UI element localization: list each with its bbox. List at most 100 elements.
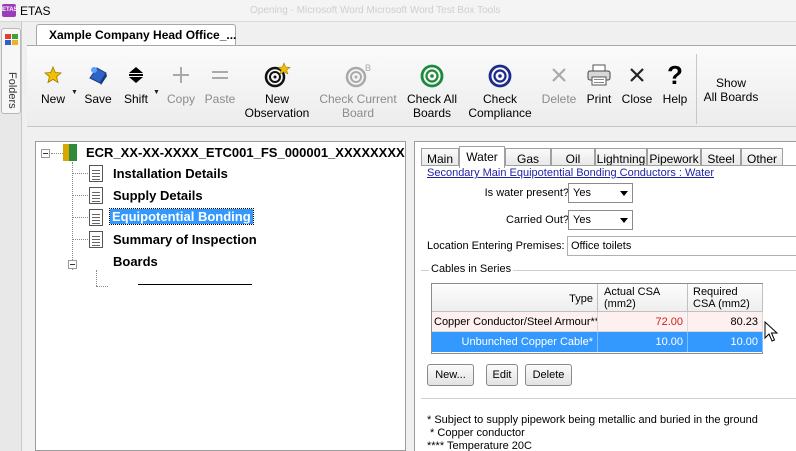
close-x-icon [623,62,651,88]
carried-out-select[interactable]: Yes [568,210,633,230]
grid-cell-type[interactable]: Copper Conductor/Steel Armour** [432,312,598,332]
carried-out-value: Yes [573,214,591,226]
shift-button[interactable]: Shift ▼ [119,46,160,128]
tree-item-boards[interactable]: Boards [113,254,158,269]
title-bar: ETAS ETAS Opening - Microsoft Word Micro… [0,0,796,22]
app-icon: ETAS [2,4,18,17]
tree-connector [72,162,73,270]
print-button[interactable]: Print [581,46,617,128]
is-water-present-label: Is water present? [484,187,569,199]
grid-cell-type[interactable]: Unbunched Copper Cable* [432,332,598,352]
carried-out-label: Carried Out? [506,214,569,226]
document-icon [89,231,103,248]
check-all-boards-button[interactable]: Check All Boards [403,46,461,128]
check-all-boards-label-line1: Check All [406,92,458,106]
tree-root-label[interactable]: ECR_XX-XX-XXXX_ETC001_FS_000001_XXXXXXXX… [86,145,405,160]
new-observation-button[interactable]: New Observation [241,46,313,128]
folders-tab[interactable]: Folders [1,28,21,114]
tree-item-supply-details[interactable]: Supply Details [113,188,203,203]
tab-strip: Main Water Gas Oil Lightning Pipework St… [421,146,796,168]
delete-cable-button[interactable]: Delete [525,364,572,386]
chevron-down-icon[interactable]: ▼ [153,86,160,100]
grid-header-actual[interactable]: Actual CSA (mm2) [598,284,688,312]
grid-header-actual-line1: Actual CSA [604,286,661,298]
shift-label: Shift [123,92,148,106]
location-input[interactable]: Office toilets [567,236,796,256]
footnote-3: **** Temperature 20C [427,440,532,451]
grid-cell-actual[interactable]: 72.00 [598,312,688,332]
footnote-2: * Copper conductor [427,427,525,439]
divider [421,398,796,399]
check-current-board-button[interactable]: B Check Current Board [315,46,401,128]
tree-item-summary-of-inspection[interactable]: Summary of Inspection [113,232,257,247]
delete-label: Delete [541,92,577,106]
shift-icon [122,62,150,88]
is-water-present-select[interactable]: Yes [568,183,633,203]
tree-connector [72,195,88,196]
tree-connector [72,239,88,240]
tree-collapse-root[interactable] [41,149,50,158]
grid-cell-actual[interactable]: 10.00 [598,332,688,352]
cables-grid: Type Actual CSA (mm2) Required CSA (mm2) C… [431,283,763,354]
show-all-boards-label-line1: Show [715,76,747,90]
check-all-boards-icon [418,62,446,88]
copy-label: Copy [166,92,195,106]
plus-icon [167,62,195,88]
check-all-boards-label-line2: Boards [412,106,452,120]
copy-button[interactable]: Copy [164,46,198,128]
delete-button[interactable]: Delete [539,46,579,128]
new-observation-label-line2: Observation [244,106,310,120]
root-icon-green [69,144,77,161]
save-icon [84,62,112,88]
tree-connector [96,270,97,286]
tree-item-installation-details[interactable]: Installation Details [113,166,228,181]
paste-button[interactable]: Paste [202,46,238,128]
check-current-board-label-line2: Board [341,106,375,120]
new-label: New [40,92,65,106]
close-button[interactable]: Close [619,46,655,128]
paste-label: Paste [204,92,236,106]
tree-collapse-boards[interactable] [68,260,77,269]
document-tab[interactable]: Xample Company Head Office_... [36,24,236,45]
tab-water[interactable]: Water [459,146,505,168]
toolbar: New ▼ Save Shift ▼ Copy Paste New Observa… [27,45,796,127]
show-all-boards-button[interactable]: Show All Boards [699,46,763,128]
grid-header-type[interactable]: Type [432,284,598,312]
background-window-titles: Opening - Microsoft Word Microsoft Word … [250,5,501,16]
grid-header-required[interactable]: Required CSA (mm2) [688,284,763,312]
check-current-board-icon: B [344,62,372,88]
chevron-down-icon[interactable]: ▼ [71,86,78,100]
edit-cable-button[interactable]: Edit [486,364,518,386]
section-title: Secondary Main Equipotential Bonding Con… [427,167,714,179]
empty-board-node[interactable] [138,284,252,285]
is-water-present-value: Yes [573,187,591,199]
tree-panel: ECR_XX-XX-XXXX_ETC001_FS_000001_XXXXXXXX… [35,141,406,451]
new-observation-label-line1: New [264,92,289,106]
tree-item-equipotential-bonding[interactable]: Equipotential Bonding [109,208,254,225]
document-icon [89,187,103,204]
star-icon [39,62,67,88]
help-icon: ? [667,60,683,90]
help-label: Help [662,92,688,106]
grid-cell-required[interactable]: 10.00 [688,332,763,352]
app-title: ETAS [20,4,51,18]
chevron-down-icon [620,191,628,196]
close-label: Close [621,92,653,106]
grid-cell-required[interactable]: 80.23 [688,312,763,332]
new-button[interactable]: New ▼ [35,46,78,128]
check-compliance-icon [486,62,514,88]
check-compliance-label-line1: Check [482,92,517,106]
folders-label: Folders [6,72,18,109]
mouse-cursor-icon [764,321,779,342]
new-observation-icon [263,62,291,88]
new-cable-button[interactable]: New... [427,364,474,386]
check-compliance-button[interactable]: Check Compliance [465,46,535,128]
tree-connector [72,217,88,218]
cables-in-series-label: Cables in Series [429,263,514,275]
save-button[interactable]: Save [81,46,115,128]
printer-icon [585,62,613,88]
chevron-down-icon [620,218,628,223]
tree-connector [96,286,108,287]
details-panel: Main Water Gas Oil Lightning Pipework St… [414,141,796,451]
help-button[interactable]: ? Help [657,46,693,128]
